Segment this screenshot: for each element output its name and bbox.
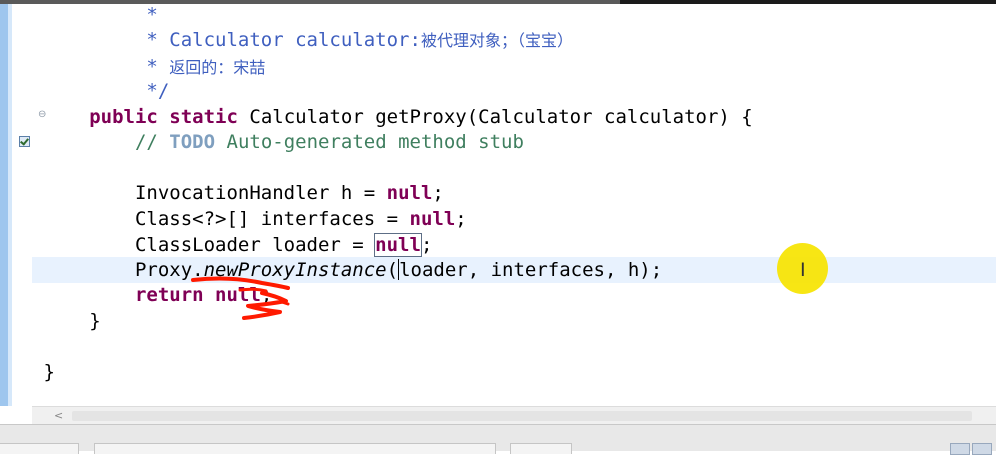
panel-minimize-icon[interactable]	[950, 443, 970, 455]
panel-maximize-icon[interactable]	[972, 443, 992, 455]
bottom-tab-2[interactable]	[94, 443, 496, 454]
chevron-left-icon[interactable]: <	[54, 409, 63, 422]
horizontal-scrollbar[interactable]: <	[32, 406, 996, 425]
bottom-panel-bar	[0, 424, 996, 455]
ibeam-icon: I	[800, 259, 806, 281]
bottom-tab-3[interactable]	[510, 443, 572, 454]
red-annotation-scribble	[191, 276, 290, 320]
scrollbar-thumb[interactable]	[72, 411, 972, 421]
bottom-tab-1[interactable]	[0, 443, 79, 454]
